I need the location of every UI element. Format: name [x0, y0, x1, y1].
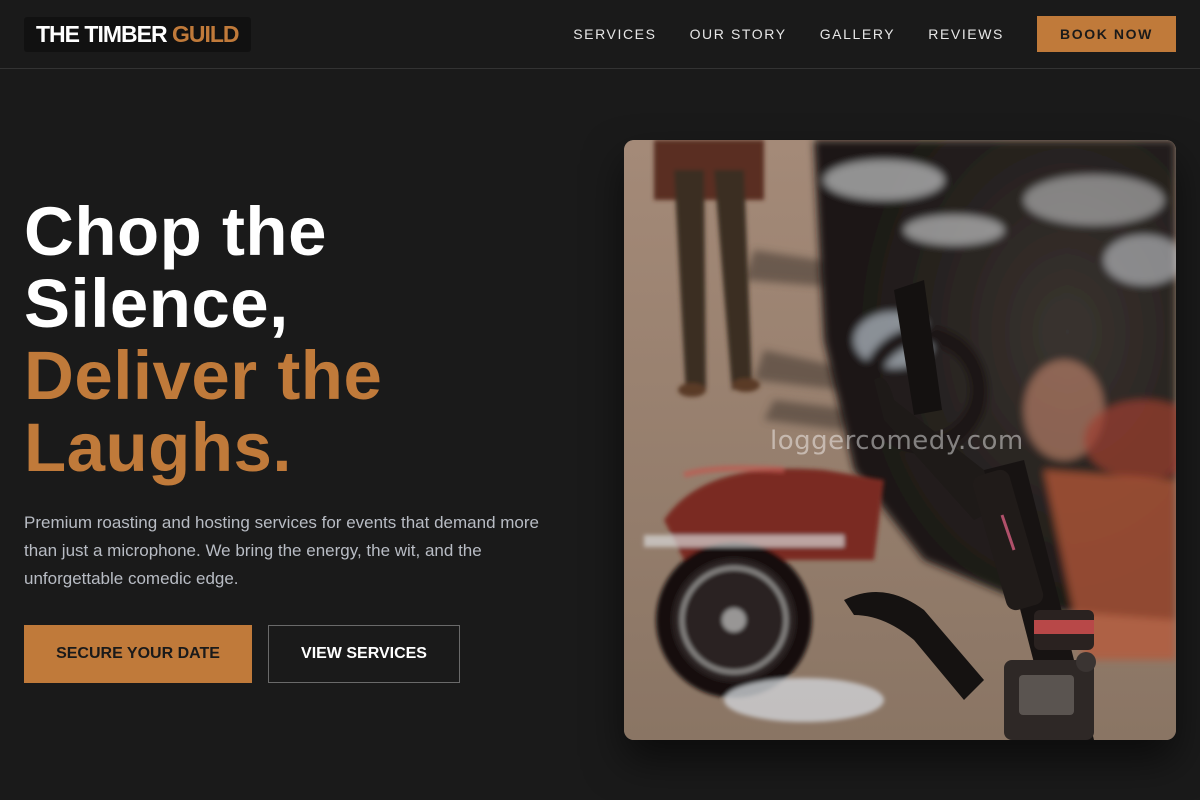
hero-headline-line-1: Chop the — [24, 193, 327, 270]
hero-description: Premium roasting and hosting services fo… — [24, 513, 539, 588]
nav-link-reviews[interactable]: REVIEWS — [928, 26, 1004, 42]
site-header: THE TIMBER GUILD SERVICES OUR STORY GALL… — [0, 0, 1200, 69]
hero-headline: Chop the Silence, Deliver the Laughs. — [24, 196, 382, 484]
book-now-button[interactable]: BOOK NOW — [1037, 16, 1176, 52]
nav-link-gallery[interactable]: GALLERY — [820, 26, 896, 42]
hero-headline-accent-line-1: Deliver the — [24, 337, 383, 414]
hero-image: loggercomedy.com — [624, 140, 1176, 740]
secure-your-date-button[interactable]: SECURE YOUR DATE — [24, 625, 252, 683]
site-logo[interactable]: THE TIMBER GUILD — [24, 16, 251, 52]
view-services-button[interactable]: VIEW SERVICES — [268, 625, 460, 683]
image-watermark: loggercomedy.com — [770, 426, 1024, 456]
hero-headline-accent-line-2: Laughs. — [24, 409, 293, 486]
main-nav: SERVICES OUR STORY GALLERY REVIEWS BOOK … — [573, 16, 1176, 52]
nav-link-services[interactable]: SERVICES — [573, 26, 656, 42]
hero-headline-line-2: Silence, — [24, 265, 289, 342]
logo-accent-text: GUILD — [171, 20, 240, 47]
nav-link-our-story[interactable]: OUR STORY — [690, 26, 787, 42]
logo-primary-text: THE TIMBER — [36, 20, 168, 47]
